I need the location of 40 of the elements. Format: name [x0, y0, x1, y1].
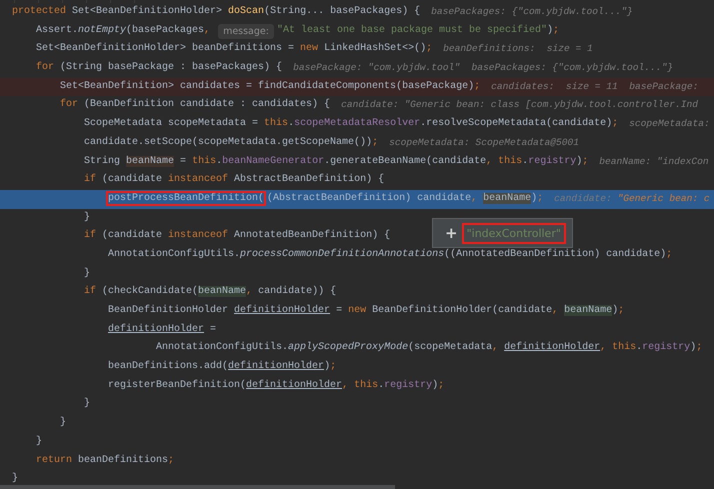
scrollbar-thumb[interactable] [0, 485, 395, 489]
code-text: BeanDefinitionHolder definitionHolder = new BeanDefinitionHolder(candidate, beanName); [107, 304, 624, 318]
expand-button[interactable]: + [445, 224, 458, 242]
code-text: if (candidate instanceof AbstractBeanDefinition) { [83, 172, 384, 188]
inline-value-hint: beanDefinitions: size = 1 [443, 42, 593, 56]
code-text: Assert.notEmpty(basePackages, [35, 24, 212, 38]
code-text: } [59, 416, 66, 430]
code-text: registerBeanDefinition(definitionHolder, this.registry); [107, 378, 444, 393]
parameter-hint: message: [218, 24, 274, 39]
code-text: beanDefinitions.add(definitionHolder); [107, 360, 336, 374]
code-text: AnnotationConfigUtils.applyScopedProxyMode(scopeMetadata, definitionHolder, this.registry); [155, 340, 702, 356]
code-text: } [35, 434, 42, 449]
code-text: for (String basePackage : basePackages) { [35, 60, 282, 76]
code-text: postProcessBeanDefinition( (AbstractBeanDefinition) candidate, beanName); [107, 192, 544, 206]
inline-value-hint: beanName: "indexCon [599, 154, 709, 168]
code-text: String beanName = this.beanNameGenerator.generateBeanName(candidate, this.registry); [83, 154, 588, 168]
inline-value-hint: candidate: "Generic bean: class [com.ybjdw.tool.controller.Ind [341, 98, 698, 112]
code-text: for (BeanDefinition candidate : candidates) { [59, 98, 330, 112]
code-text: } [83, 396, 90, 412]
inline-value-hint: candidates: size = 11 basePackage: [491, 80, 698, 94]
code-text: candidate.setScope(scopeMetadata.getScopeName()); [83, 136, 378, 150]
code-text: Set<BeanDefinition> candidates = findCandidateComponents(basePackage); [59, 80, 480, 94]
inline-value-hint: scopeMetadata: [629, 117, 710, 132]
code-text: } [83, 210, 90, 225]
code-text: "At least one base package must be specified"); [276, 24, 560, 38]
code-text: if (candidate instanceof AnnotatedBeanDefinition) { [83, 228, 390, 244]
inline-value-hint: scopeMetadata: ScopeMetadata@5001 [389, 136, 580, 150]
code-text: if (checkCandidate(beanName, candidate)) { [83, 284, 336, 300]
code-text: definitionHolder = [107, 322, 216, 337]
inline-value-hint: candidate: "Generic bean: c [554, 192, 710, 206]
code-text: } [83, 266, 90, 281]
code-text: } [12, 472, 18, 486]
inline-value-hint: basePackages: {"com.ybjdw.tool..."} [431, 5, 633, 19]
code-text: return beanDefinitions; [35, 454, 174, 468]
tooltip-value: "indexController" [462, 222, 566, 244]
code-text: Set<BeanDefinitionHolder> beanDefinitions = new LinkedHashSet<>(); [35, 42, 432, 56]
code-text: protected Set<BeanDefinitionHolder> doScan(String... basePackages) { [12, 4, 420, 19]
code-text: AnnotationConfigUtils.processCommonDefinitionAnnotations((AnnotatedBeanDefinition) candidate); [107, 248, 672, 262]
inline-value-hint: basePackage: "com.ybjdw.tool" basePackages: {"com.ybjdw.tool..."} [293, 61, 674, 76]
code-text: ScopeMetadata scopeMetadata = this.scopeMetadataResolver.resolveScopeMetadata(candidate); [83, 116, 618, 132]
